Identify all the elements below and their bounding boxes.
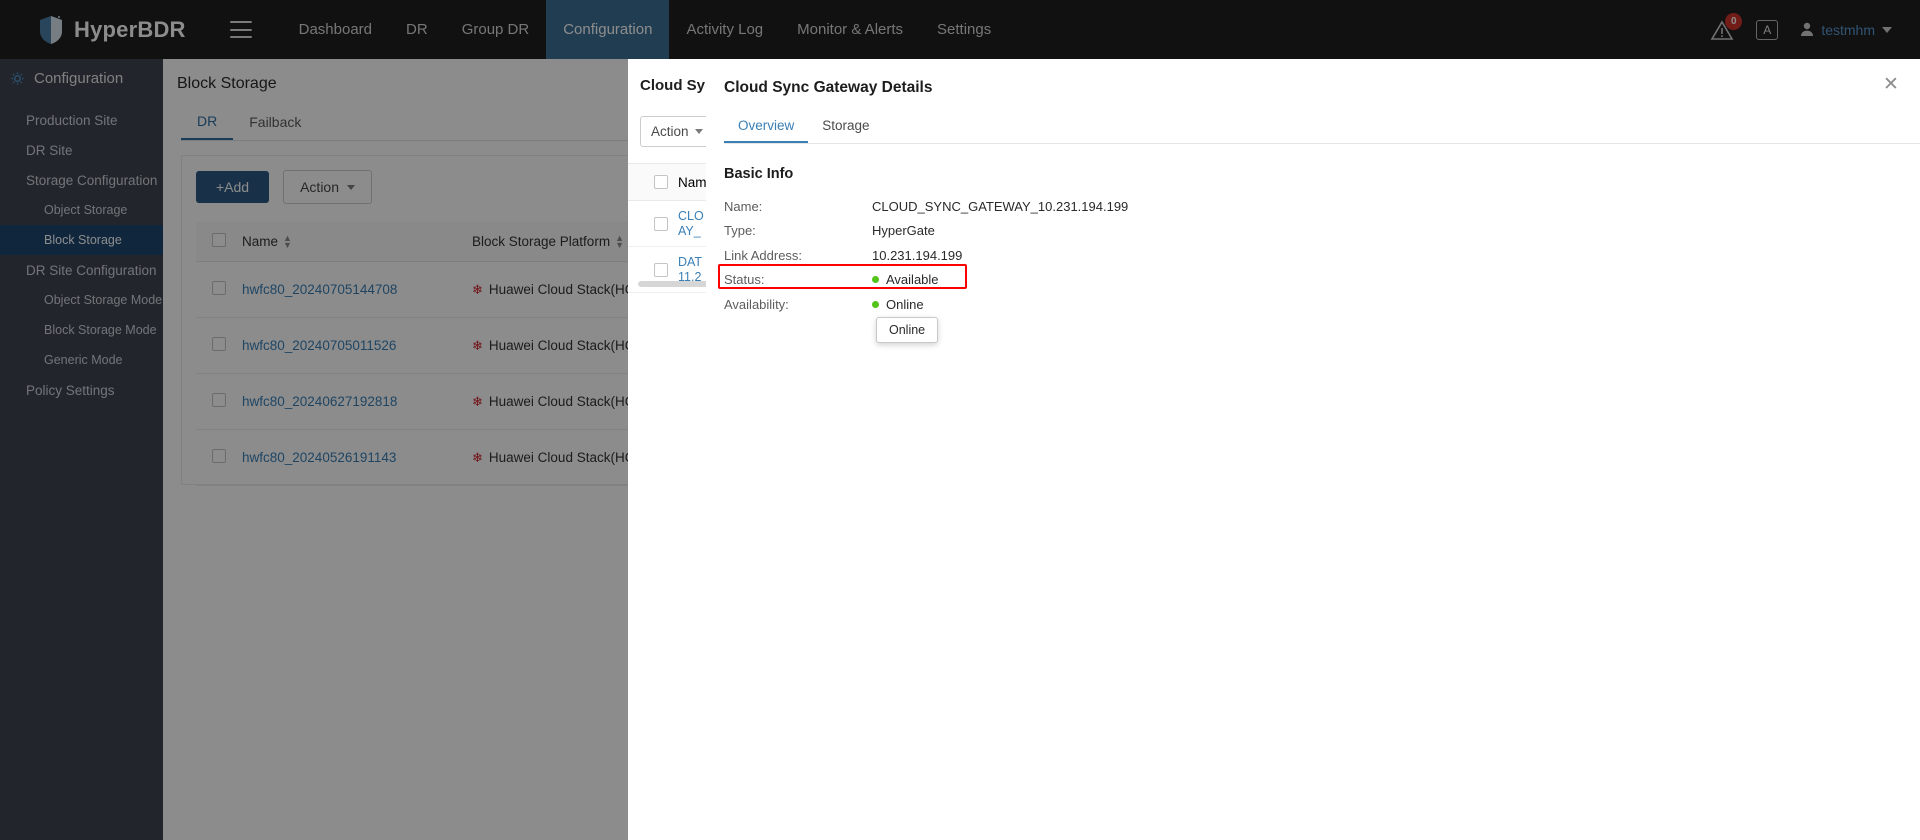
info-row-link-address: Link Address: 10.231.194.199	[724, 243, 1920, 268]
info-label-link-address: Link Address:	[724, 247, 803, 263]
info-row-name: Name: CLOUD_SYNC_GATEWAY_10.231.194.199	[724, 194, 1920, 219]
cloud-sync-gateway-list-drawer: Cloud Syn Action Nam CLO AY_ DAT 11.2	[628, 59, 708, 840]
background-drawer-table: Nam CLO AY_ DAT 11.2	[628, 163, 708, 293]
info-value-availability[interactable]: Online	[872, 297, 924, 312]
status-dot-icon	[872, 276, 879, 284]
row-checkbox[interactable]	[654, 262, 668, 277]
info-row-status: Status: Available	[724, 268, 1920, 293]
close-icon[interactable]: ✕	[1878, 71, 1904, 97]
info-value-status: Available	[872, 272, 939, 287]
cloud-sync-gateway-details-drawer: Cloud Sync Gateway Details ✕ Overview St…	[706, 59, 1920, 840]
info-label-status: Status:	[724, 272, 765, 288]
info-label-type: Type:	[724, 223, 756, 239]
basic-info-list: Name: CLOUD_SYNC_GATEWAY_10.231.194.199 …	[718, 194, 1920, 343]
availability-tooltip: Online	[876, 317, 939, 343]
table-row[interactable]: CLO AY_	[628, 201, 708, 247]
status-text: Available	[886, 272, 939, 288]
info-label-availability: Availability:	[724, 296, 789, 312]
info-row-type: Type: HyperGate	[724, 219, 1920, 244]
info-label-name: Name:	[724, 198, 763, 214]
drawer-header: Cloud Sync Gateway Details ✕	[706, 59, 1920, 97]
row-name-line2: AY_	[678, 223, 701, 238]
drawer-tabs: Overview Storage	[724, 113, 1920, 144]
info-value-name: CLOUD_SYNC_GATEWAY_10.231.194.199	[872, 198, 1129, 214]
row-name-line1: CLO	[678, 208, 704, 223]
row-checkbox[interactable]	[654, 216, 668, 231]
background-table-header: Nam	[628, 163, 708, 201]
info-value-type: HyperGate	[872, 223, 935, 239]
tab-storage[interactable]: Storage	[808, 113, 883, 143]
background-drawer-title: Cloud Syn	[640, 77, 708, 94]
select-all-checkbox[interactable]	[654, 175, 668, 189]
background-action-dropdown[interactable]: Action	[640, 116, 708, 147]
drawer-title: Cloud Sync Gateway Details	[724, 79, 933, 96]
row-name-line1: DAT	[678, 254, 703, 269]
availability-dot-icon	[872, 300, 879, 308]
row-name-link[interactable]: CLO AY_	[678, 209, 704, 239]
chevron-down-icon	[694, 129, 703, 134]
tab-overview[interactable]: Overview	[724, 113, 809, 143]
info-row-availability[interactable]: Availability: Online	[724, 292, 1920, 317]
horizontal-scrollbar[interactable]	[638, 281, 708, 287]
background-column-name: Nam	[678, 174, 707, 190]
row-name-link[interactable]: DAT 11.2	[678, 255, 702, 285]
basic-info-section-title: Basic Info	[724, 166, 794, 182]
availability-text: Online	[886, 296, 924, 312]
info-value-link-address: 10.231.194.199	[872, 247, 963, 263]
background-action-label: Action	[651, 124, 689, 139]
